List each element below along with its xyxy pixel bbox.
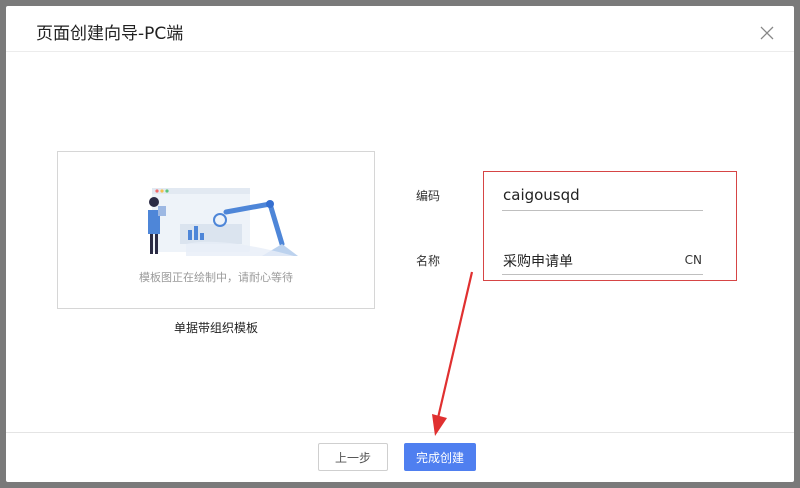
preview-loading-text: 模板图正在绘制中，请耐心等待 [139, 271, 293, 284]
footer-divider [6, 432, 794, 433]
finish-create-button[interactable]: 完成创建 [404, 443, 476, 471]
annotation-highlight-box [483, 171, 737, 281]
code-label: 编码 [416, 189, 441, 203]
close-icon[interactable] [760, 26, 774, 40]
template-name: 单据带组织模板 [173, 321, 258, 335]
dialog-title: 页面创建向导-PC端 [36, 24, 184, 44]
template-preview: 模板图正在绘制中，请耐心等待 [57, 151, 375, 309]
header-divider [6, 51, 794, 52]
prev-step-button[interactable]: 上一步 [318, 443, 388, 471]
page-wizard-dialog: 页面创建向导-PC端 模板图正在绘制中，请耐心等待 单据带组织模板 编码 名称 … [6, 6, 794, 482]
name-label: 名称 [416, 254, 441, 268]
drawing-illustration-icon [148, 188, 298, 256]
